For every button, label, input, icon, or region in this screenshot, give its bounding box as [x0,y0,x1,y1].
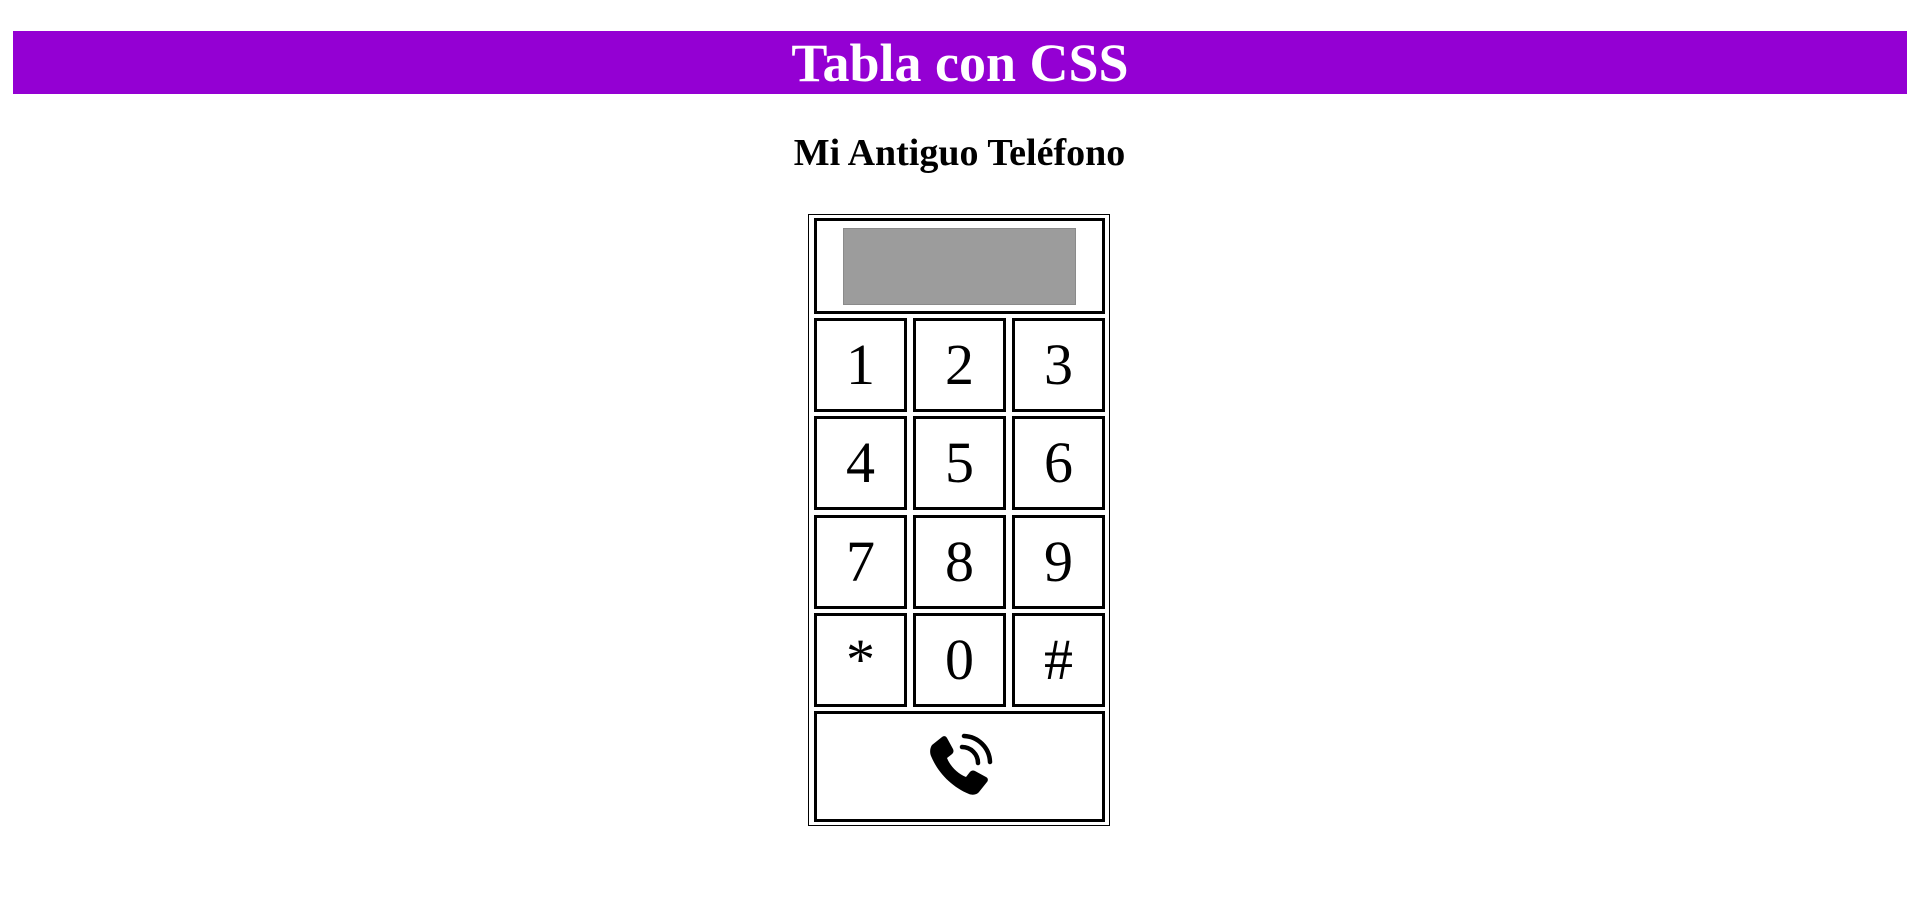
header-banner: Tabla con CSS [13,31,1907,94]
key-label: 8 [945,529,974,594]
key-label: 2 [945,332,974,397]
key-7[interactable]: 7 [814,515,907,609]
key-1[interactable]: 1 [814,318,907,412]
key-2[interactable]: 2 [913,318,1006,412]
key-label: 3 [1044,332,1073,397]
display-cell [814,218,1105,314]
key-label: 9 [1044,529,1073,594]
key-8[interactable]: 8 [913,515,1006,609]
phone-call-icon [929,733,992,795]
key-label: 4 [846,430,875,495]
phone-subtitle: Mi Antiguo Teléfono [793,132,1126,174]
key-label: 6 [1044,430,1073,495]
key-label: 7 [846,529,875,594]
call-button[interactable] [814,711,1105,822]
key-9[interactable]: 9 [1012,515,1105,609]
key-label: * [846,627,875,692]
key-label: 0 [945,627,974,692]
page-title: Tabla con CSS [791,32,1129,93]
key-hash[interactable]: # [1012,613,1105,707]
key-label: 1 [846,332,875,397]
key-6[interactable]: 6 [1012,416,1105,510]
key-0[interactable]: 0 [913,613,1006,707]
phone-table: 1 2 3 4 5 6 7 8 9 * 0 # [808,214,1110,826]
key-5[interactable]: 5 [913,416,1006,510]
key-3[interactable]: 3 [1012,318,1105,412]
phone-display [843,227,1076,305]
key-label: 5 [945,430,974,495]
key-star[interactable]: * [814,613,907,707]
key-label: # [1044,627,1073,692]
key-4[interactable]: 4 [814,416,907,510]
page: Tabla con CSS Mi Antiguo Teléfono 1 2 3 … [0,0,1919,919]
